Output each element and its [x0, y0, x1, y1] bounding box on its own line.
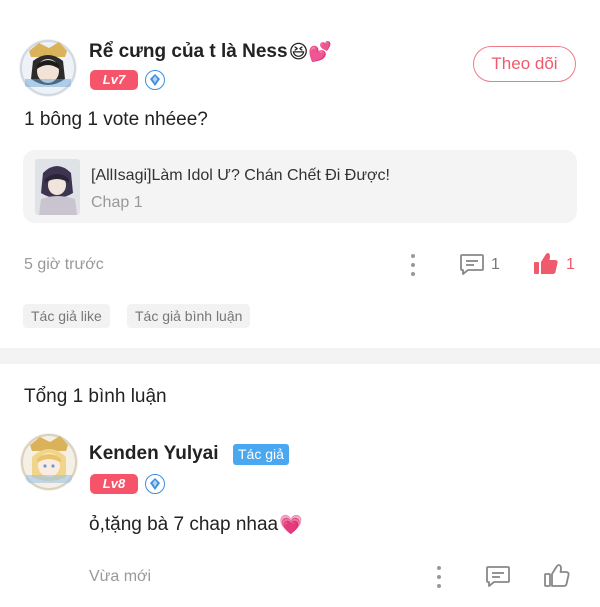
post-timestamp: 5 giờ trước: [24, 256, 104, 273]
diamond-gem-icon: [145, 474, 165, 494]
reply-icon[interactable]: [485, 565, 511, 594]
comic-title: [AllIsagi]Làm Idol Ư? Chán Chết Đi Được!: [91, 167, 390, 184]
like-count: 1: [566, 256, 575, 273]
more-vertical-icon[interactable]: [410, 253, 416, 277]
comment-emoji: 💗: [279, 515, 303, 536]
comic-chapter: Chap 1: [91, 194, 143, 211]
author-badge: Tác giả: [233, 444, 289, 465]
comment-count: 1: [491, 256, 500, 273]
comment-timestamp: Vừa mới: [89, 568, 152, 585]
post-content: 1 bông 1 vote nhéee?: [24, 109, 208, 130]
comic-thumbnail: [35, 159, 80, 215]
post-author-avatar[interactable]: [19, 39, 77, 97]
section-divider: [0, 348, 600, 364]
comment-content: ỏ,tặng bà 7 chap nhaa💗: [89, 514, 303, 536]
commenter-avatar[interactable]: [20, 433, 78, 491]
more-vertical-icon[interactable]: [436, 565, 442, 589]
tag-author-liked[interactable]: Tác giả like: [23, 304, 110, 328]
level-badge: Lv8: [90, 474, 138, 494]
level-badge: Lv7: [90, 70, 138, 90]
post-author-name[interactable]: Rể cưng của t là Ness😆💕: [89, 40, 332, 64]
referenced-comic-card[interactable]: [AllIsagi]Làm Idol Ư? Chán Chết Đi Được!…: [23, 150, 577, 223]
username-emoji: 😆💕: [288, 42, 333, 63]
total-comments-label: Tổng 1 bình luận: [24, 386, 167, 407]
follow-button[interactable]: Theo dõi: [473, 46, 576, 82]
diamond-gem-icon: [145, 70, 165, 90]
comment-icon[interactable]: [459, 253, 485, 282]
thumbs-up-outline-icon[interactable]: [543, 563, 571, 594]
commenter-name[interactable]: Kenden Yulyai: [89, 443, 219, 465]
post-card: Rể cưng của t là Ness😆💕 Lv7 Theo dõi 1 b…: [0, 0, 600, 348]
tag-author-commented[interactable]: Tác giả bình luận: [127, 304, 251, 328]
thumbs-up-filled-icon[interactable]: [533, 252, 559, 281]
